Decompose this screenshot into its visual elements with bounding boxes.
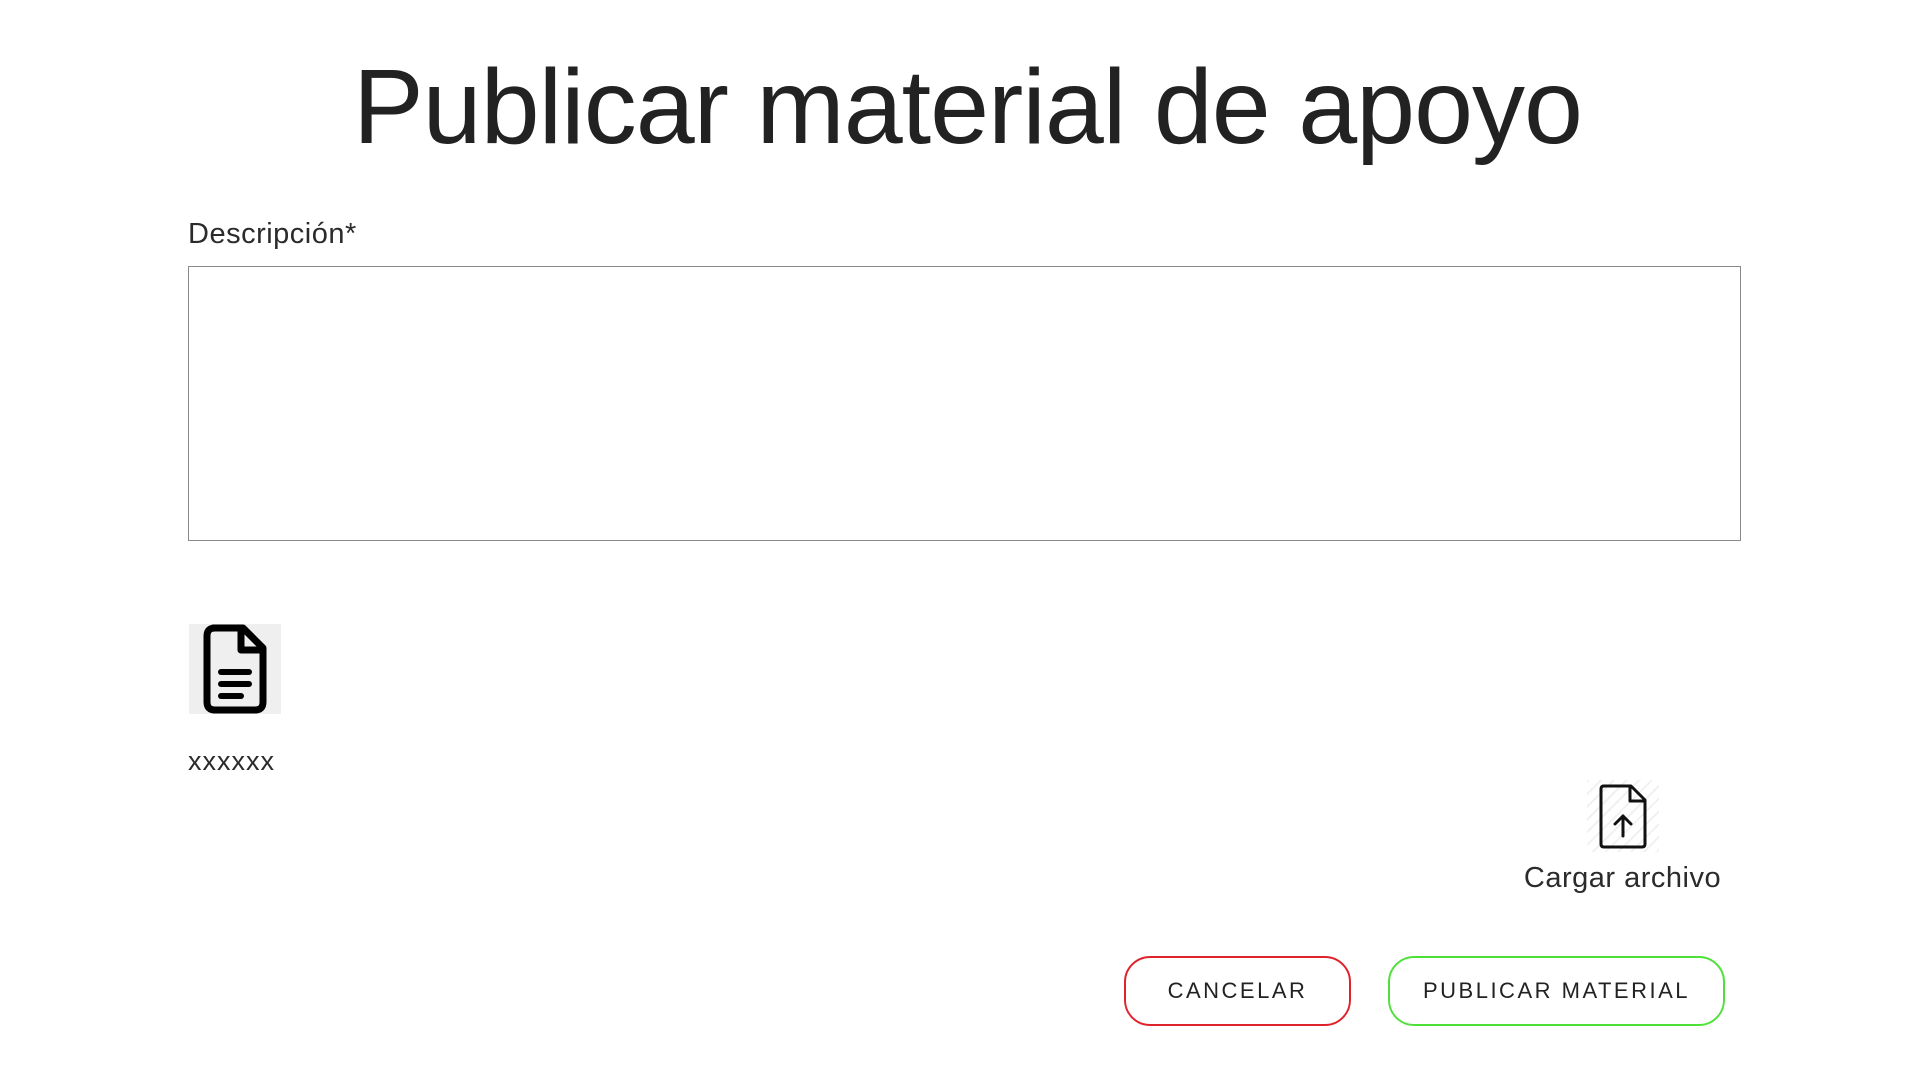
publish-material-button[interactable]: PUBLICAR MATERIAL: [1388, 956, 1725, 1026]
cancel-button[interactable]: CANCELAR: [1124, 956, 1351, 1026]
upload-file-label: Cargar archivo: [1523, 862, 1722, 894]
upload-file-button[interactable]: Cargar archivo: [1515, 780, 1730, 895]
attached-file-thumbnail[interactable]: [189, 624, 281, 714]
publish-material-page: Publicar material de apoyo Descripción* …: [0, 0, 1920, 1080]
description-textarea[interactable]: [188, 266, 1741, 541]
attached-file-name: xxxxxx: [188, 746, 275, 776]
file-upload-icon: [1586, 780, 1659, 852]
description-label: Descripción*: [188, 218, 357, 250]
document-icon: [203, 624, 267, 714]
page-title: Publicar material de apoyo: [352, 48, 1583, 166]
